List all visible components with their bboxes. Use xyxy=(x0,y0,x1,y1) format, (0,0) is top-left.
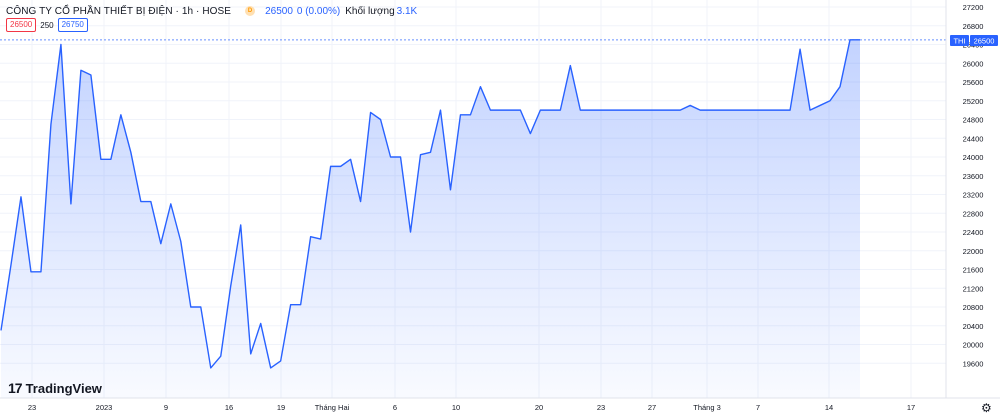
y-tick-label: 20800 xyxy=(963,303,984,312)
x-tick-label: 16 xyxy=(225,403,233,412)
y-tick-label: 22000 xyxy=(963,247,984,256)
y-tick-label: 27200 xyxy=(963,3,984,12)
sell-button[interactable]: 26500 xyxy=(6,18,37,32)
y-tick-label: 20000 xyxy=(963,341,984,350)
x-tick-label: 2023 xyxy=(96,403,113,412)
buy-sell-panel: 26500 250 26750 xyxy=(6,18,88,32)
y-tick-label: 23600 xyxy=(963,172,984,181)
y-tick-label: 26000 xyxy=(963,59,984,68)
price-chart[interactable]: 19600 20000 20400 20800 21200 21600 22000 22400… xyxy=(0,0,1000,418)
y-tick-label: 23200 xyxy=(963,191,984,200)
y-tick-label: 25200 xyxy=(963,97,984,106)
y-tick-label: 24800 xyxy=(963,116,984,125)
price-axis[interactable]: 19600 20000 20400 20800 21200 21600 22000 22400… xyxy=(963,3,984,368)
last-price-tag: THI 26500 xyxy=(950,35,998,46)
symbol-tag: THI xyxy=(953,37,965,46)
x-tick-label: 19 xyxy=(277,403,285,412)
y-tick-label: 21600 xyxy=(963,266,984,275)
settings-gear-icon[interactable]: ⚙ xyxy=(981,402,992,414)
legend-header: CÔNG TY CỔ PHẦN THIẾT BỊ ĐIỆN · 1h · HOS… xyxy=(6,4,417,18)
y-tick-label: 25600 xyxy=(963,78,984,87)
price-area-fill xyxy=(1,39,860,399)
last-price: 26500 xyxy=(265,5,293,17)
volume-value: 3.1K xyxy=(396,5,418,17)
y-tick-label: 22400 xyxy=(963,228,984,237)
x-tick-label: 27 xyxy=(648,403,656,412)
symbol-title[interactable]: CÔNG TY CỔ PHẦN THIẾT BỊ ĐIỆN · 1h · HOS… xyxy=(6,6,231,17)
x-tick-label: 20 xyxy=(535,403,543,412)
x-tick-label: Tháng 3 xyxy=(693,403,721,412)
y-tick-label: 22800 xyxy=(963,209,984,218)
volume-label: Khối lượng xyxy=(345,5,395,17)
price-change: 0 (0.00%) xyxy=(296,5,341,17)
y-tick-label: 21200 xyxy=(963,284,984,293)
x-tick-label: 7 xyxy=(756,403,760,412)
tradingview-logo-icon: 17 xyxy=(8,380,23,396)
x-tick-label: 9 xyxy=(164,403,168,412)
x-tick-label: 23 xyxy=(28,403,36,412)
y-tick-label: 24000 xyxy=(963,153,984,162)
x-tick-label: 10 xyxy=(452,403,460,412)
buy-button[interactable]: 26750 xyxy=(57,18,88,32)
spread-value: 250 xyxy=(40,20,54,30)
x-tick-label: 23 xyxy=(597,403,605,412)
y-tick-label: 26800 xyxy=(963,22,984,31)
y-tick-label: 24400 xyxy=(963,134,984,143)
x-tick-label: 14 xyxy=(825,403,833,412)
tradingview-logo[interactable]: 17 TradingView xyxy=(8,380,102,396)
tradingview-logo-text: TradingView xyxy=(25,380,102,396)
x-tick-label: 6 xyxy=(393,403,397,412)
last-price-value: 26500 xyxy=(974,37,995,46)
x-tick-label: 17 xyxy=(907,403,915,412)
market-status-icon[interactable]: D xyxy=(245,6,256,16)
y-tick-label: 19600 xyxy=(963,359,984,368)
y-tick-label: 20400 xyxy=(963,322,984,331)
time-axis[interactable]: 23 2023 9 16 19 Tháng Hai 6 10 20 23 27 Tháng 3 7 14 1… xyxy=(28,403,915,412)
x-tick-label: Tháng Hai xyxy=(315,403,350,412)
